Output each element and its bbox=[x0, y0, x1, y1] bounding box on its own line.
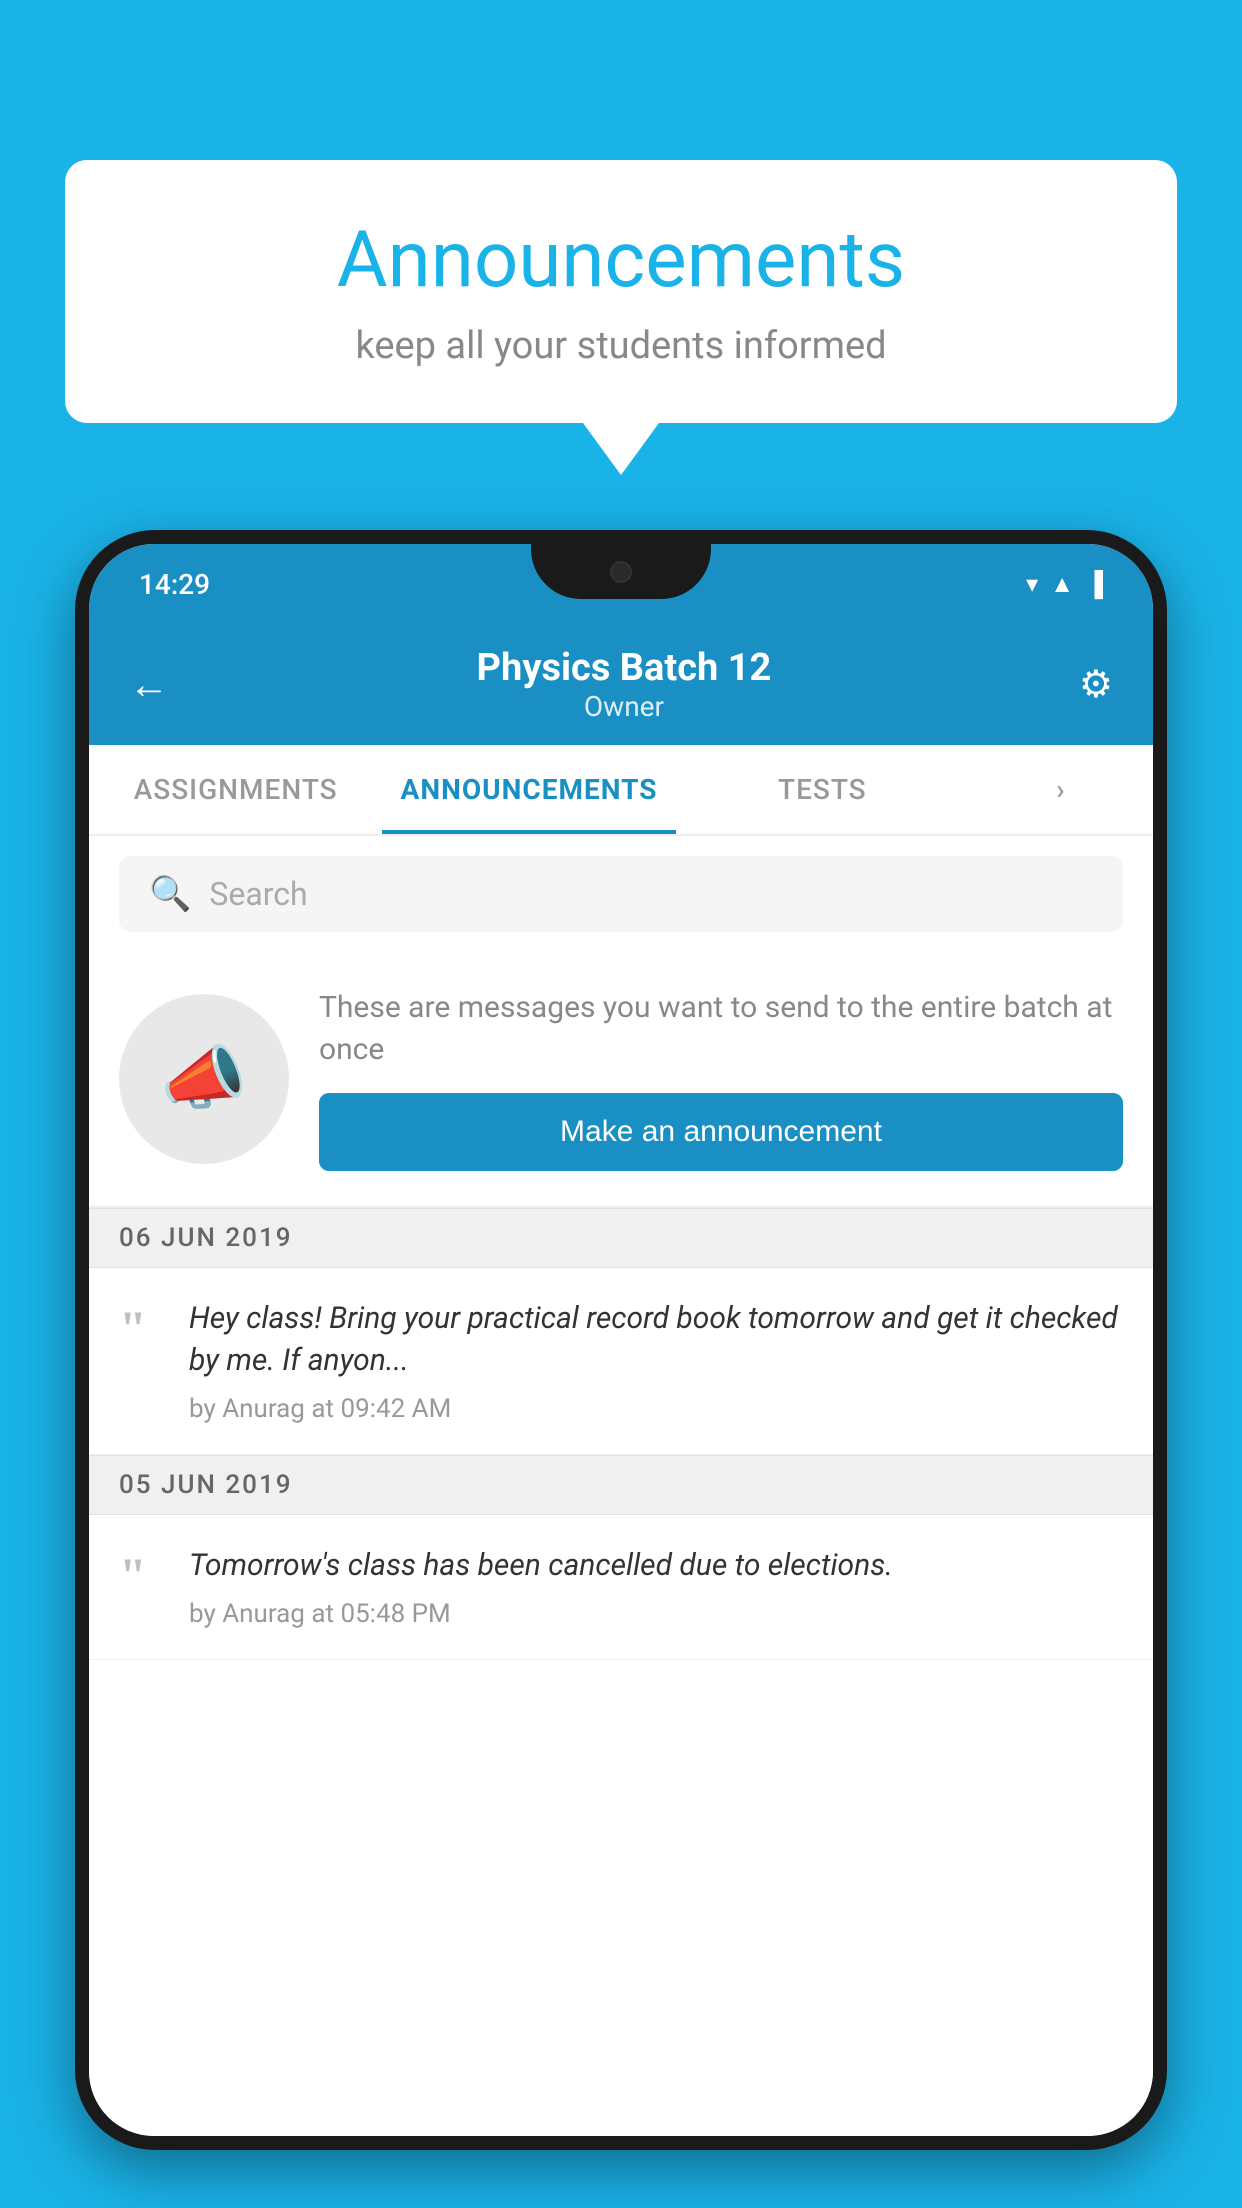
tab-more[interactable]: › bbox=[969, 745, 1153, 834]
promo-section: 📣 These are messages you want to send to… bbox=[89, 952, 1153, 1208]
tab-assignments[interactable]: ASSIGNMENTS bbox=[89, 745, 382, 834]
search-bar[interactable]: 🔍 Search bbox=[119, 856, 1123, 932]
promo-description: These are messages you want to send to t… bbox=[319, 987, 1123, 1071]
tab-tests[interactable]: TESTS bbox=[676, 745, 969, 834]
announcement-meta-2: by Anurag at 05:48 PM bbox=[189, 1599, 1123, 1629]
phone-screen-content: 🔍 Search 📣 These are messages you want t… bbox=[89, 836, 1153, 2136]
tab-announcements[interactable]: ANNOUNCEMENTS bbox=[382, 745, 675, 834]
speech-bubble-tail bbox=[583, 423, 659, 475]
quote-icon-1: " bbox=[119, 1303, 164, 1353]
tabs-bar: ASSIGNMENTS ANNOUNCEMENTS TESTS › bbox=[89, 745, 1153, 836]
phone-notch bbox=[531, 544, 711, 599]
search-placeholder: Search bbox=[209, 875, 307, 913]
speech-bubble-subtitle: keep all your students informed bbox=[125, 324, 1117, 368]
speech-bubble-card: Announcements keep all your students inf… bbox=[65, 160, 1177, 423]
search-icon: 🔍 bbox=[149, 874, 191, 914]
status-time: 14:29 bbox=[139, 568, 210, 601]
date-separator-2: 05 JUN 2019 bbox=[89, 1455, 1153, 1515]
speech-bubble-title: Announcements bbox=[125, 215, 1117, 306]
announcement-item-2: " Tomorrow's class has been cancelled du… bbox=[89, 1515, 1153, 1660]
announcement-text-2: Tomorrow's class has been cancelled due … bbox=[189, 1545, 1123, 1587]
announcement-content-2: Tomorrow's class has been cancelled due … bbox=[189, 1545, 1123, 1629]
quote-icon-2: " bbox=[119, 1550, 164, 1600]
announcement-content-1: Hey class! Bring your practical record b… bbox=[189, 1298, 1123, 1424]
announcement-item-1: " Hey class! Bring your practical record… bbox=[89, 1268, 1153, 1455]
header-title: Physics Batch 12 bbox=[169, 646, 1079, 690]
search-bar-container: 🔍 Search bbox=[89, 836, 1153, 952]
wifi-icon: ▾ bbox=[1026, 570, 1038, 598]
header-subtitle: Owner bbox=[169, 690, 1079, 723]
status-bar: 14:29 ▾ ▲ ▐ bbox=[89, 544, 1153, 624]
promo-content: These are messages you want to send to t… bbox=[319, 987, 1123, 1171]
signal-icon: ▲ bbox=[1050, 570, 1074, 599]
announcement-text-1: Hey class! Bring your practical record b… bbox=[189, 1298, 1123, 1382]
camera-dot bbox=[610, 561, 632, 583]
phone-frame: 14:29 ▾ ▲ ▐ ← Physics Batch 12 Owner ⚙ bbox=[75, 530, 1167, 2150]
header-title-group: Physics Batch 12 Owner bbox=[169, 646, 1079, 723]
make-announcement-button[interactable]: Make an announcement bbox=[319, 1093, 1123, 1171]
date-separator-1: 06 JUN 2019 bbox=[89, 1208, 1153, 1268]
settings-icon[interactable]: ⚙ bbox=[1079, 662, 1113, 707]
announcement-meta-1: by Anurag at 09:42 AM bbox=[189, 1394, 1123, 1424]
speech-bubble-section: Announcements keep all your students inf… bbox=[65, 160, 1177, 475]
phone-screen-wrapper: 14:29 ▾ ▲ ▐ ← Physics Batch 12 Owner ⚙ bbox=[89, 544, 1153, 2136]
status-icons: ▾ ▲ ▐ bbox=[1026, 570, 1103, 599]
app-header: ← Physics Batch 12 Owner ⚙ bbox=[89, 624, 1153, 745]
back-button[interactable]: ← bbox=[129, 661, 169, 708]
megaphone-icon: 📣 bbox=[160, 1038, 247, 1120]
battery-icon: ▐ bbox=[1086, 570, 1103, 599]
promo-icon-circle: 📣 bbox=[119, 994, 289, 1164]
phone-mockup: 14:29 ▾ ▲ ▐ ← Physics Batch 12 Owner ⚙ bbox=[75, 530, 1167, 2208]
